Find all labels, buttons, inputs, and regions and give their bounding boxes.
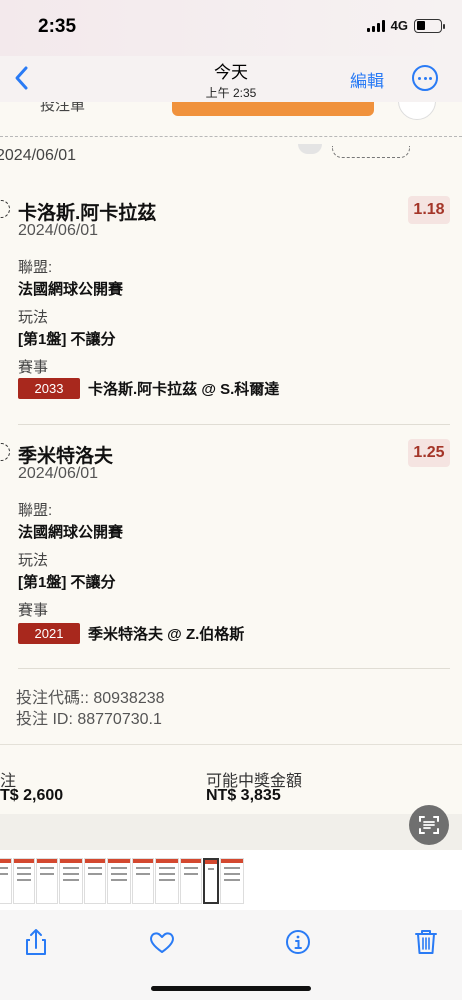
network-type: 4G <box>390 18 408 33</box>
signal-icon <box>366 19 385 32</box>
thumbnail-strip[interactable] <box>0 850 462 910</box>
dashed-pill-shape <box>332 146 410 158</box>
thumbnail[interactable] <box>36 858 58 904</box>
status-indicators: 4G <box>366 18 445 33</box>
notch-shape <box>298 144 322 154</box>
odds-badge: 1.18 <box>408 196 450 224</box>
divider <box>18 424 450 425</box>
receipt-top-partial: 投注單 <box>0 102 462 138</box>
event-name: 卡洛斯.阿卡拉茲 @ S.科爾達 <box>88 381 280 398</box>
league-label: 聯盟: <box>18 259 53 276</box>
thumbnail[interactable] <box>13 858 35 904</box>
bottom-toolbar <box>0 910 462 1000</box>
partial-orange-button[interactable] <box>172 102 374 116</box>
receipt-bottom-area <box>0 814 462 850</box>
live-text-icon[interactable] <box>409 805 449 845</box>
league-label: 聯盟: <box>18 502 53 519</box>
selection-name: 卡洛斯.阿卡拉茲 <box>18 203 157 224</box>
bet-summary: 注 T$ 2,600 可能中獎金額 NT$ 3,835 <box>0 744 462 812</box>
thumbnail-current[interactable] <box>203 858 219 904</box>
status-time: 2:35 <box>38 16 77 37</box>
odds-badge: 1.25 <box>408 439 450 467</box>
event-name: 季米特洛夫 @ Z.伯格斯 <box>88 626 245 643</box>
payout-value: NT$ 3,835 <box>206 787 281 804</box>
event-label: 賽事 <box>18 602 49 619</box>
thumbnail[interactable] <box>180 858 202 904</box>
thumbnail[interactable] <box>59 858 83 904</box>
nav-title-group: 今天 上午 2:35 <box>0 58 462 101</box>
event-id-badge: 2033 <box>18 378 80 399</box>
tear-line <box>0 136 462 137</box>
status-bar: 2:35 4G <box>0 0 462 56</box>
thumbnail[interactable] <box>84 858 106 904</box>
thumbnail[interactable] <box>155 858 179 904</box>
nav-bar: 今天 上午 2:35 編輯 <box>0 56 462 102</box>
league-value: 法國網球公開賽 <box>18 281 124 298</box>
battery-icon <box>414 18 445 33</box>
radio-icon[interactable] <box>0 443 10 461</box>
event-row: 2021 季米特洛夫 @ Z.伯格斯 <box>18 623 244 644</box>
more-options-icon[interactable] <box>412 65 438 91</box>
play-label: 玩法 <box>18 552 49 569</box>
stake-value: T$ 2,600 <box>0 787 64 804</box>
event-row: 2033 卡洛斯.阿卡拉茲 @ S.科爾達 <box>18 378 279 399</box>
text-scan-icon <box>419 816 439 834</box>
partial-date: 2024/06/01 <box>0 147 77 164</box>
event-label: 賽事 <box>18 359 49 376</box>
league-value: 法國網球公開賽 <box>18 524 124 541</box>
play-label: 玩法 <box>18 309 49 326</box>
thumbnail[interactable] <box>107 858 131 904</box>
divider <box>18 668 450 669</box>
share-button[interactable] <box>16 922 56 962</box>
event-id-badge: 2021 <box>18 623 80 644</box>
radio-icon[interactable] <box>0 200 10 218</box>
selection-date: 2024/06/01 <box>18 222 99 239</box>
selection-name: 季米特洛夫 <box>18 446 114 467</box>
bet-receipt: 投注單 2024/06/01 卡洛斯.阿卡拉茲 1.18 2024/06/01 … <box>0 102 462 850</box>
play-value: [第1盤] 不讓分 <box>18 331 116 348</box>
bet-id: 投注 ID: 88770730.1 <box>16 711 162 728</box>
home-indicator[interactable] <box>151 986 311 991</box>
info-icon <box>286 930 310 954</box>
thumbnail[interactable] <box>132 858 154 904</box>
nav-title: 今天 <box>214 63 248 82</box>
edit-button[interactable]: 編輯 <box>350 67 384 92</box>
heart-icon <box>150 932 174 953</box>
share-icon <box>26 929 46 955</box>
selection-date: 2024/06/01 <box>18 465 99 482</box>
thumbnail[interactable] <box>220 858 244 904</box>
thumbnail[interactable] <box>0 858 12 904</box>
nav-subtitle: 上午 2:35 <box>205 86 257 100</box>
partial-circle-button[interactable] <box>398 102 436 120</box>
delete-button[interactable] <box>406 922 446 962</box>
favorite-button[interactable] <box>142 922 182 962</box>
play-value: [第1盤] 不讓分 <box>18 574 116 591</box>
trash-icon <box>415 930 437 954</box>
info-button[interactable] <box>278 922 318 962</box>
partial-bet-slip-label: 投注單 <box>40 102 86 114</box>
